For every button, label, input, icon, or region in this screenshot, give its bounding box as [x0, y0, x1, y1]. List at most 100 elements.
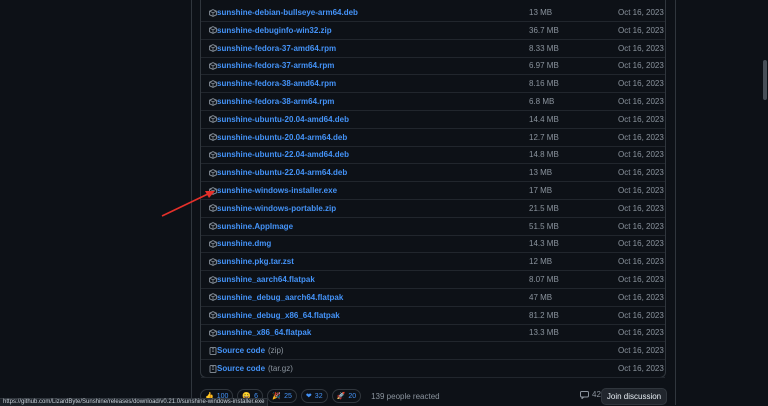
comments-count[interactable]: 42 [580, 390, 601, 399]
asset-size: 47 MB [529, 292, 553, 302]
package-icon [209, 275, 217, 284]
asset-date: Oct 16, 2023 [618, 186, 664, 195]
asset-name-text: sunshine.AppImage [217, 221, 294, 231]
asset-size: 14.8 MB [529, 150, 559, 160]
package-icon [209, 293, 217, 302]
asset-size: 12.7 MB [529, 132, 559, 142]
reaction-count: 25 [284, 392, 292, 400]
asset-size: 8.33 MB [529, 43, 559, 53]
reaction-button[interactable]: 🚀 20 [331, 389, 362, 403]
asset-row: sunshine-fedora-38-arm64.rpm 6.8 MB Oct 16… [201, 93, 665, 111]
source-row: Source code (zip) Oct 16, 2023 [201, 342, 665, 361]
package-icon [209, 328, 217, 337]
package-icon [209, 97, 217, 106]
package-icon [209, 79, 217, 88]
asset-download-link[interactable]: sunshine-debuginfo-win32.zip [217, 26, 332, 35]
heart-icon: ❤ [305, 393, 312, 400]
reaction-button[interactable]: 🎉 25 [267, 389, 297, 403]
asset-row: sunshine-windows-installer.exe 17 MB Oct 1… [201, 182, 665, 200]
asset-date: Oct 16, 2023 [618, 364, 664, 373]
asset-date: Oct 16, 2023 [618, 257, 664, 267]
asset-download-link[interactable]: sunshine-ubuntu-20.04-arm64.deb [217, 133, 347, 142]
asset-download-link[interactable]: sunshine-windows-portable.zip [217, 204, 336, 213]
asset-download-link[interactable]: sunshine-fedora-38-amd64.rpm [217, 79, 336, 88]
asset-download-link[interactable]: sunshine_x86_64.flatpak [217, 328, 311, 337]
asset-name-text: sunshine-fedora-38-amd64.rpm [217, 79, 337, 89]
asset-download-link[interactable]: sunshine.dmg [217, 239, 271, 248]
asset-row: sunshine_x86_64.flatpak 13.3 MB Oct 16, 20… [201, 324, 665, 343]
scrollbar-thumb[interactable] [763, 60, 767, 100]
asset-date: Oct 16, 2023 [618, 150, 664, 160]
asset-download-link[interactable]: sunshine.AppImage [217, 222, 293, 231]
reaction-count: 20 [348, 392, 357, 400]
rocket-icon: 🚀 [336, 393, 346, 400]
source-format-text: (tar.gz) [268, 364, 293, 373]
package-icon [209, 26, 217, 35]
package-icon [209, 239, 217, 248]
asset-date: Oct 16, 2023 [618, 203, 664, 213]
asset-size: 6.97 MB [529, 61, 559, 71]
asset-date: Oct 16, 2023 [618, 8, 664, 17]
asset-name-text: sunshine.dmg [217, 239, 272, 249]
asset-name-text: sunshine-windows-portable.zip [217, 203, 337, 213]
join-discussion-button[interactable]: Join discussion [601, 388, 667, 405]
asset-size: 51.5 MB [529, 221, 559, 231]
package-icon [209, 311, 217, 319]
package-icon [209, 44, 217, 52]
reaction-button[interactable]: ❤ 32 [300, 389, 328, 403]
asset-row: sunshine-ubuntu-22.04-arm64.deb 13 MB Oct … [201, 164, 665, 183]
asset-row: sunshine-ubuntu-20.04-arm64.deb 12.7 MB Oc… [201, 129, 665, 147]
asset-download-link[interactable]: sunshine-fedora-37-arm64.rpm [217, 61, 334, 70]
asset-row: sunshine-debian-bullseye-arm64.deb 13 MB O… [201, 4, 665, 22]
asset-date: Oct 16, 2023 [618, 168, 664, 178]
asset-download-link[interactable]: sunshine-windows-installer.exe [217, 186, 337, 195]
asset-download-link[interactable]: sunshine.pkg.tar.zst [217, 257, 294, 266]
tada-icon: 🎉 [272, 393, 282, 400]
page-scrollbar[interactable] [762, 0, 768, 405]
asset-date: Oct 16, 2023 [618, 97, 664, 106]
asset-download-link[interactable]: sunshine-fedora-38-arm64.rpm [217, 97, 334, 106]
asset-size: 12 MB [529, 257, 553, 267]
asset-date: Oct 16, 2023 [618, 43, 664, 53]
asset-download-link[interactable]: sunshine-ubuntu-20.04-amd64.deb [217, 115, 349, 124]
asset-download-link[interactable]: sunshine-ubuntu-22.04-amd64.deb [217, 150, 349, 159]
asset-download-link[interactable]: sunshine-debian-bullseye-arm64.deb [217, 8, 358, 17]
reacted-summary: 139 people reacted [371, 391, 440, 401]
asset-size: 13 MB [529, 8, 553, 17]
asset-name-text: sunshine_debug_aarch64.flatpak [217, 292, 344, 302]
package-icon [209, 222, 217, 230]
package-icon [209, 115, 217, 124]
asset-name-text: sunshine-fedora-37-amd64.rpm [217, 43, 337, 53]
source-code-link[interactable]: Source code (tar.gz) [217, 364, 293, 373]
asset-date: Oct 16, 2023 [618, 328, 664, 338]
asset-name-text: sunshine_aarch64.flatpak [217, 275, 315, 284]
asset-row: sunshine.pkg.tar.zst 12 MB Oct 16, 2023 [201, 253, 665, 272]
asset-row: sunshine-windows-portable.zip 21.5 MB Oct … [201, 200, 665, 218]
asset-download-link[interactable]: sunshine_debug_aarch64.flatpak [217, 293, 343, 302]
asset-name-text: sunshine_x86_64.flatpak [217, 328, 312, 338]
asset-name-text: sunshine-debian-bullseye-arm64.deb [217, 8, 358, 17]
asset-size: 14.3 MB [529, 239, 559, 249]
asset-download-link[interactable]: sunshine-ubuntu-22.04-arm64.deb [217, 168, 347, 177]
asset-name-text: sunshine-debuginfo-win32.zip [217, 25, 332, 35]
asset-name-text: sunshine-ubuntu-20.04-amd64.deb [217, 114, 350, 124]
asset-name-text: sunshine-windows-installer.exe [217, 186, 338, 195]
asset-row: sunshine-fedora-37-arm64.rpm 6.97 MB Oct 1… [201, 57, 665, 76]
asset-download-link[interactable]: sunshine-fedora-37-amd64.rpm [217, 44, 336, 53]
asset-row: sunshine-fedora-37-amd64.rpm 8.33 MB Oct 1… [201, 40, 665, 58]
asset-date: Oct 16, 2023 [618, 346, 664, 356]
asset-date: Oct 16, 2023 [618, 310, 664, 320]
annotation-arrow [161, 191, 215, 217]
asset-row: sunshine-ubuntu-20.04-amd64.deb 14.4 MB Oc… [201, 111, 665, 129]
asset-row: sunshine.dmg 14.3 MB Oct 16, 2023 [201, 235, 665, 254]
asset-download-link[interactable]: sunshine_debug_x86_64.flatpak [217, 311, 340, 320]
source-code-link[interactable]: Source code (zip) [217, 346, 284, 355]
source-row: Source code (tar.gz) Oct 16, 2023 [201, 360, 665, 378]
asset-size: 8.16 MB [529, 79, 559, 89]
asset-download-link[interactable]: sunshine_aarch64.flatpak [217, 275, 315, 284]
asset-size: 6.8 MB [529, 97, 555, 106]
comments-count-text: 42 [592, 390, 601, 399]
asset-size: 13 MB [529, 168, 553, 178]
asset-row: sunshine.AppImage 51.5 MB Oct 16, 2023 [201, 218, 665, 236]
asset-row: sunshine_aarch64.flatpak 8.07 MB Oct 16, 2… [201, 271, 665, 289]
